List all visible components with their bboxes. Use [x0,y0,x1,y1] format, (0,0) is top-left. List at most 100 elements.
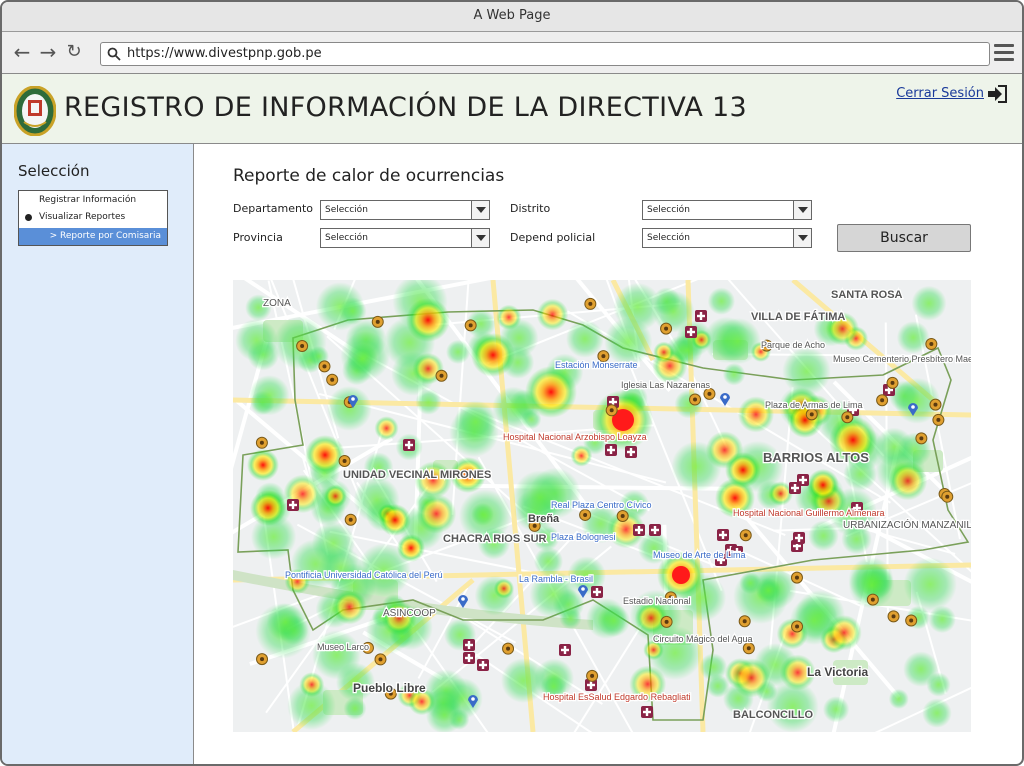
police-marker-icon[interactable] [584,297,597,310]
provincia-select[interactable]: Selección [320,228,490,248]
police-marker-icon[interactable] [660,322,673,335]
hamburger-menu-icon[interactable] [994,44,1014,62]
hospital-marker-icon[interactable] [559,644,571,656]
police-marker-icon[interactable] [660,615,673,628]
police-marker-icon[interactable] [344,513,357,526]
select-value: Selección [325,233,368,243]
police-marker-icon[interactable] [929,398,942,411]
reload-icon[interactable]: ↻ [62,40,86,64]
police-marker-icon[interactable] [805,408,818,421]
map-label: La Victoria [807,665,868,679]
police-marker-icon[interactable] [932,413,945,426]
hospital-marker-icon[interactable] [403,439,415,451]
police-marker-icon[interactable] [464,319,477,332]
map-label: ASINCOOP [383,608,436,619]
police-marker-icon[interactable] [791,620,804,633]
map-label: Plaza de Armas de Lima [765,400,863,410]
police-marker-icon[interactable] [502,642,515,655]
police-marker-icon[interactable] [605,404,618,417]
forward-arrow-icon[interactable]: → [36,40,60,64]
bullet-icon [25,214,32,221]
heat-map[interactable]: SANTA ROSA VILLA DE FÁTIMA Parque de Ach… [233,280,971,732]
map-label: Iglesia Las Nazarenas [621,380,711,390]
map-label: Parque de Acho [761,340,825,350]
police-marker-icon[interactable] [689,393,702,406]
address-bar: ← → ↻ https://www.divestpnp.gob.pe [2,32,1022,74]
hospital-marker-icon[interactable] [591,586,603,598]
depend-policial-label: Depend policial [510,231,596,244]
hospital-marker-icon[interactable] [605,444,617,456]
hospital-marker-icon[interactable] [717,529,729,541]
url-text: https://www.divestpnp.gob.pe [127,46,322,61]
hospital-marker-icon[interactable] [633,524,645,536]
police-marker-icon[interactable] [371,315,384,328]
police-marker-icon[interactable] [925,338,938,351]
back-arrow-icon[interactable]: ← [10,40,34,64]
police-marker-icon[interactable] [255,436,268,449]
police-marker-icon[interactable] [941,490,954,503]
police-marker-icon[interactable] [876,394,889,407]
police-marker-icon[interactable] [790,571,803,584]
police-marker-icon[interactable] [915,432,928,445]
hospital-marker-icon[interactable] [287,499,299,511]
police-marker-icon[interactable] [326,373,339,386]
logout-icon[interactable] [986,84,1008,104]
police-marker-icon[interactable] [435,369,448,382]
hospital-marker-icon[interactable] [625,446,637,458]
hospital-marker-icon[interactable] [695,310,707,322]
police-marker-icon[interactable] [374,653,387,666]
hospital-marker-icon[interactable] [789,482,801,494]
buscar-button[interactable]: Buscar [837,224,971,252]
sidebar-item-label: > Reporte por Comisaria [49,231,161,241]
chevron-down-icon [471,229,489,247]
url-input[interactable]: https://www.divestpnp.gob.pe [100,42,990,66]
browser-window: A Web Page ← → ↻ https://www.divestpnp.g… [0,0,1024,766]
hospital-marker-icon[interactable] [477,659,489,671]
police-marker-icon[interactable] [738,615,751,628]
police-marker-icon[interactable] [866,593,879,606]
map-label: Circuito Mágico del Agua [653,634,753,644]
map-label: Hospital EsSalud Edgardo Rebagliati [543,692,691,702]
place-pin-icon[interactable] [458,595,468,608]
map-label: Pueblo Libre [353,681,426,695]
police-marker-icon[interactable] [841,411,854,424]
police-marker-icon[interactable] [905,614,918,627]
hospital-marker-icon[interactable] [793,532,805,544]
police-marker-icon[interactable] [739,529,752,542]
police-marker-icon[interactable] [887,610,900,623]
hospital-marker-icon[interactable] [649,524,661,536]
police-marker-icon[interactable] [256,653,269,666]
hospital-marker-icon[interactable] [641,706,653,718]
police-marker-icon[interactable] [318,360,331,373]
select-value: Selección [647,233,690,243]
map-label: UNIDAD VECINAL MIRONES [343,469,491,481]
hospital-marker-icon[interactable] [463,639,475,651]
map-label: Hospital Nacional Guillermo Almenara [733,508,885,518]
logout-link[interactable]: Cerrar Sesión [896,86,984,101]
police-marker-icon[interactable] [579,508,592,521]
sidebar-item-visualizar[interactable]: Visualizar Reportes [19,209,167,226]
hospital-marker-icon[interactable] [685,326,697,338]
map-label: BARRIOS ALTOS [763,450,869,465]
sidebar-title: Selección [18,162,90,180]
map-label: VILLA DE FÁTIMA [751,310,845,323]
depend-policial-select[interactable]: Selección [642,228,812,248]
police-marker-icon[interactable] [296,340,309,353]
police-marker-icon[interactable] [338,455,351,468]
page-title: REGISTRO DE INFORMACIÓN DE LA DIRECTIVA … [64,92,747,123]
sidebar-item-reporte-comisaria[interactable]: > Reporte por Comisaria [19,228,167,245]
police-marker-icon[interactable] [586,669,599,682]
select-value: Selección [647,205,690,215]
police-marker-icon[interactable] [742,642,755,655]
police-marker-icon[interactable] [616,509,629,522]
hospital-marker-icon[interactable] [463,652,475,664]
place-pin-icon[interactable] [720,393,730,406]
police-marker-icon[interactable] [886,376,899,389]
map-label: SANTA ROSA [831,289,903,301]
distrito-select[interactable]: Selección [642,200,812,220]
departamento-select[interactable]: Selección [320,200,490,220]
sidebar-item-registrar[interactable]: Registrar Información [19,192,167,209]
sidebar-menu: Registrar Información Visualizar Reporte… [18,190,168,246]
map-label: La Rambla - Brasil [519,574,593,584]
map-label: BALCONCILLO [733,709,813,721]
